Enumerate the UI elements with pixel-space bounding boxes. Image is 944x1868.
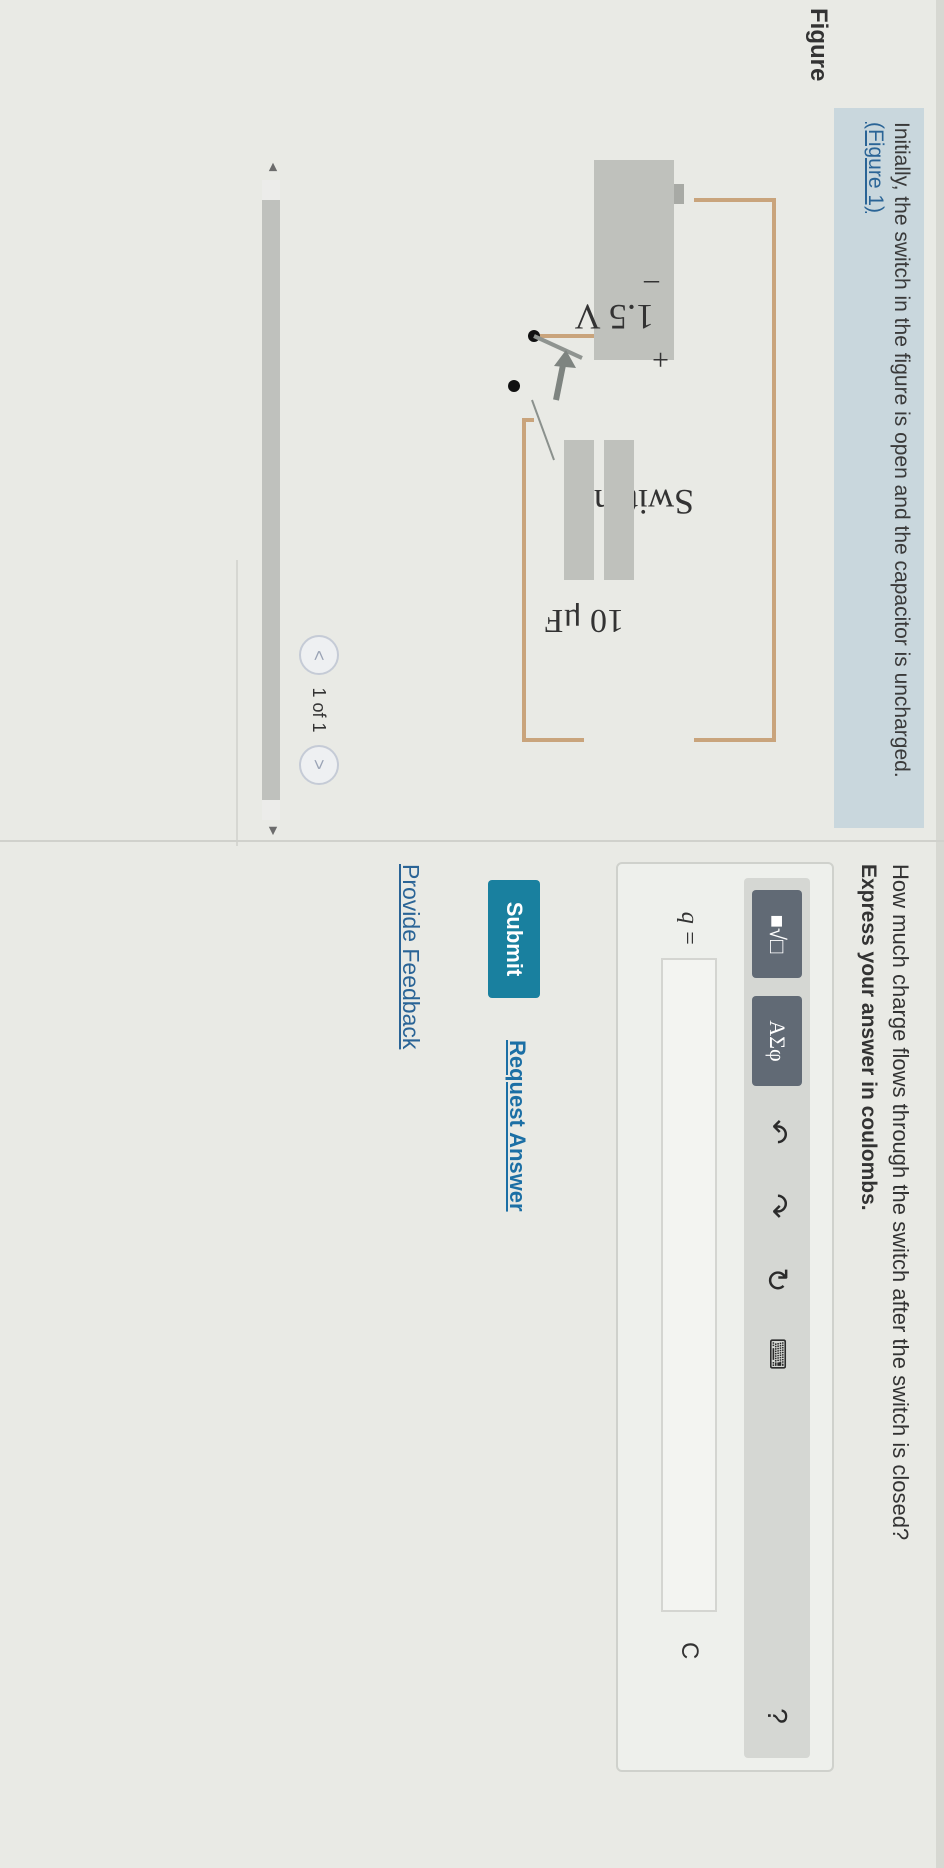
- wire-top: [694, 198, 776, 742]
- request-answer-link[interactable]: Request Answer: [504, 1040, 530, 1212]
- templates-icon: ■√□: [765, 914, 790, 954]
- intro-text: Initially, the switch in the figure is o…: [890, 122, 913, 778]
- scroll-left-arrow-icon[interactable]: ◄: [266, 160, 282, 174]
- reset-button[interactable]: ↻: [752, 1252, 802, 1308]
- divider-horizontal: [236, 560, 238, 846]
- chevron-left-icon: <: [309, 650, 330, 661]
- help-icon: ?: [762, 1708, 793, 1724]
- figure-link[interactable]: (Figure 1): [864, 122, 887, 213]
- battery-voltage-label: 1.5 V: [575, 297, 654, 337]
- capacitor-plate-1: [604, 440, 634, 580]
- top-bar: [936, 0, 944, 1868]
- reset-icon: ↻: [760, 1267, 794, 1293]
- battery-terminal: [674, 184, 684, 204]
- undo-button[interactable]: ↶: [752, 1104, 802, 1160]
- battery-minus-sign: –: [643, 268, 660, 301]
- answer-row: q = C: [654, 878, 724, 1758]
- question-text: How much charge flows through the switch…: [888, 864, 913, 1541]
- chevron-right-icon: >: [309, 759, 330, 770]
- provide-feedback-link[interactable]: Provide Feedback: [397, 864, 424, 1049]
- figure-scrollbar[interactable]: ◄ ►: [258, 160, 284, 840]
- switch-label-leader: [531, 399, 555, 461]
- figure-pager: < 1 of 1 >: [294, 590, 344, 830]
- scroll-right-arrow-icon[interactable]: ►: [266, 824, 282, 838]
- answer-instruction: Express your answer in coulombs.: [857, 864, 880, 1211]
- switch-contact-2: [508, 380, 520, 392]
- intro-text-box: Initially, the switch in the figure is o…: [834, 108, 924, 828]
- pager-position: 1 of 1: [309, 687, 330, 733]
- submit-button[interactable]: Submit: [488, 880, 540, 998]
- scrollbar-thumb[interactable]: [262, 200, 280, 800]
- next-figure-button[interactable]: >: [299, 744, 339, 785]
- answer-unit: C: [676, 1642, 703, 1660]
- switch-lever: [533, 334, 583, 360]
- answer-input[interactable]: [661, 958, 717, 1612]
- help-button[interactable]: ?: [752, 1688, 802, 1744]
- redo-button[interactable]: ↷: [752, 1178, 802, 1234]
- keyboard-icon: ⌨: [765, 1338, 790, 1370]
- redo-icon: ↷: [760, 1193, 794, 1219]
- math-toolbar: ■√□ ΑΣφ ↶ ↷ ↻ ⌨ ?: [744, 878, 810, 1758]
- capacitor-label: 10 μF: [544, 602, 624, 639]
- capacitor-plate-2: [564, 440, 594, 580]
- undo-icon: ↶: [760, 1119, 794, 1145]
- figure-heading: Figure: [805, 8, 832, 82]
- answer-variable-label: q =: [676, 911, 703, 946]
- prev-figure-button[interactable]: <: [299, 635, 339, 676]
- keyboard-button[interactable]: ⌨: [752, 1326, 802, 1382]
- greek-symbols-button[interactable]: ΑΣφ: [752, 996, 802, 1086]
- answer-box: ■√□ ΑΣφ ↶ ↷ ↻ ⌨ ? q = C: [616, 862, 834, 1772]
- templates-button[interactable]: ■√□: [752, 890, 802, 978]
- battery-plus-sign: +: [652, 343, 669, 376]
- divider-vertical: [0, 840, 944, 842]
- page: Initially, the switch in the figure is o…: [0, 0, 944, 1868]
- greek-letters-icon: ΑΣφ: [765, 1020, 790, 1062]
